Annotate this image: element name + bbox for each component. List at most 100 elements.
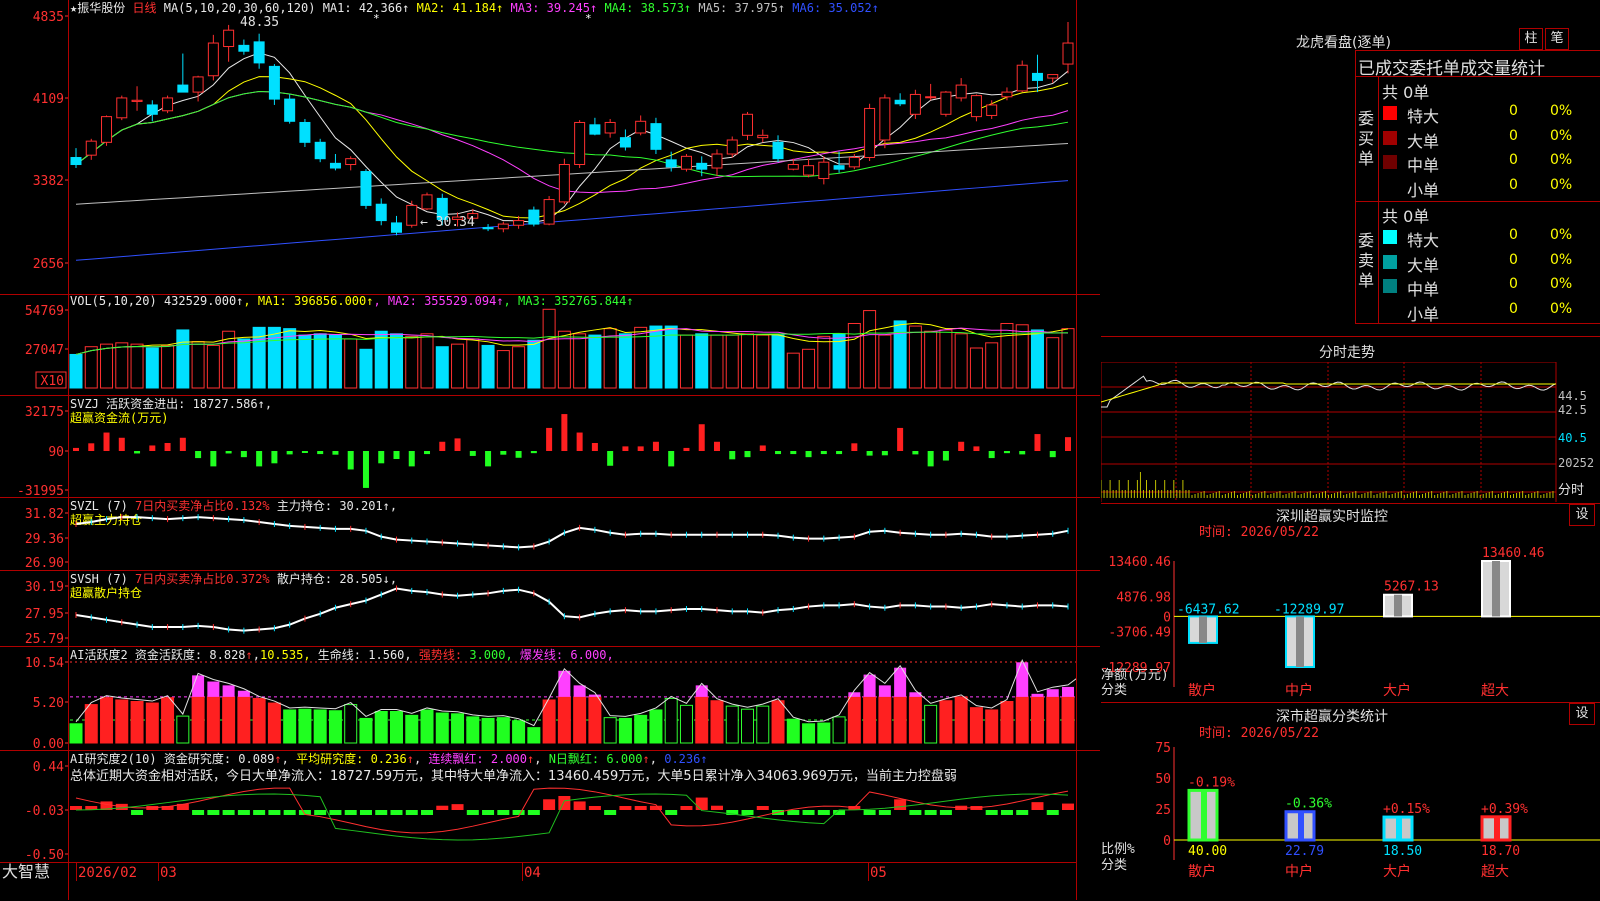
net-amount-bar-shade [1296, 616, 1304, 667]
date-tick [522, 863, 523, 881]
order-row: 特大 0 0% [1380, 101, 1600, 126]
dragon-panel: 龙虎看盘(逐单) 柱 笔 已成交委托单成交量统计 委买单 委卖单 共 0单 共 … [1101, 0, 1600, 337]
svzj-panel[interactable]: SVZJ 活跃资金进出: 18727.586↑, 超赢资金流(万元) 32175… [0, 395, 1100, 498]
volume-bar [466, 338, 480, 389]
tick-view-button[interactable]: 笔 [1545, 28, 1569, 50]
marker-star-icon: * [585, 12, 592, 25]
activity-bar [176, 715, 190, 744]
research-bar [482, 810, 495, 815]
svsh-panel[interactable]: SVSH (7) 7日内买卖净占比0.372% 散户持仓: 28.505↓, 超… [0, 570, 1100, 647]
activity-bar [863, 696, 877, 744]
bar-view-button[interactable]: 柱 [1519, 28, 1543, 50]
order-color-swatch [1383, 130, 1397, 145]
ai-activity-chart[interactable]: 10.54 5.20 0.00 [0, 646, 1076, 750]
research-bar [558, 796, 571, 810]
order-count: 0 [1509, 152, 1518, 168]
ai-activity-panel[interactable]: AI活跃度2 资金活跃度: 8.828↑,10.535, 生命线: 1.560,… [0, 646, 1100, 751]
axis-tick-label: -31995 [17, 484, 64, 497]
volume-bar [512, 346, 526, 389]
ratio-chart[interactable]: 75 50 25 0 比例%分类 -0.19% 40.00 散户 -0.36% 22.79 中户 +0… [1101, 703, 1600, 900]
axis-tick-label: 27047 [25, 343, 64, 358]
activity-bar [252, 697, 266, 744]
activity-bar [649, 709, 663, 744]
retail-holding-chart[interactable]: 30.19 27.95 25.79 [0, 570, 1076, 646]
monitor-category-label: 大户 [1383, 682, 1411, 699]
order-row: 大单 0 0% [1380, 250, 1600, 275]
intraday-axis-label: 42.5 [1558, 403, 1587, 417]
activity-bar-burst [878, 685, 891, 697]
main-holding-chart[interactable]: 31.82 29.36 26.90 [0, 497, 1076, 570]
volume-bar [618, 333, 632, 389]
activity-bar [527, 727, 541, 744]
intraday-panel[interactable]: 分时走势 44.5 42.5 40.5 20252 分时 [1101, 337, 1600, 504]
net-amount-bar-shade [1492, 561, 1500, 617]
activity-bar [496, 717, 510, 744]
candle [970, 95, 982, 118]
ratio-value-label: 18.50 [1383, 844, 1422, 859]
order-color-swatch [1383, 106, 1397, 120]
ratio-change-label: +0.15% [1383, 802, 1430, 817]
order-color-swatch [1383, 254, 1397, 269]
volume-bar [389, 333, 403, 389]
fund-flow-bar [729, 451, 736, 460]
candle [85, 140, 97, 156]
research-bar [436, 805, 449, 810]
candle [726, 139, 738, 155]
price-panel[interactable]: ★振华股份 日线 MA(5,10,20,30,60,120) MA1: 42.3… [0, 0, 1100, 295]
svzl-panel[interactable]: SVZL (7) 7日内买卖净占比0.132% 主力持仓: 30.201↑, 超… [0, 497, 1100, 571]
candle [375, 203, 387, 222]
volume-bar [588, 334, 602, 389]
research-bar [909, 810, 922, 815]
fund-flow-chart[interactable]: 32175 90 -31995 [0, 395, 1076, 497]
date-tick [158, 863, 159, 881]
order-count: 0 [1509, 227, 1518, 243]
activity-bar [100, 697, 114, 744]
order-type: 中单 [1407, 156, 1440, 175]
intraday-chart[interactable]: 44.542.5 40.5 20252 分时 [1101, 362, 1600, 502]
volume-bar [725, 334, 739, 389]
stats-category-label: 散户 [1188, 863, 1216, 880]
activity-bar [1030, 696, 1044, 744]
research-bar [1031, 802, 1044, 810]
activity-bar-burst [573, 685, 586, 697]
order-count: 0 [1509, 103, 1518, 119]
sz-stats-panel[interactable]: 深市超赢分类统计 设 时间: 2026/05/22 75 50 25 0 比例% 分类 -0… [1101, 703, 1600, 900]
intraday-title: 分时走势 [1319, 345, 1375, 361]
activity-bar [603, 717, 617, 744]
fund-flow-bar [301, 451, 308, 453]
monitor-ylabel: 净额(万元) [1101, 668, 1169, 683]
volume-bar [115, 342, 129, 389]
research-bar [604, 810, 617, 815]
fund-flow-bar [1003, 451, 1010, 454]
fund-flow-bar [362, 451, 369, 488]
ratio-value-label: 40.00 [1188, 844, 1227, 859]
volume-panel[interactable]: VOL(5,10,20) 432529.000↑, MA1: 396856.00… [0, 294, 1100, 396]
activity-bar [374, 710, 388, 744]
sell-total: 共 0单 [1382, 207, 1430, 226]
volume-bar [496, 350, 510, 389]
candle [589, 124, 601, 135]
activity-bar-burst [1031, 693, 1044, 697]
volume-bar [191, 341, 205, 389]
candle [253, 41, 265, 64]
volume-chart[interactable]: 54769 27047 X10 [0, 294, 1076, 395]
candlestick-chart[interactable]: 4835 4109 3382 2656 48.35 ← 30.34 * * [0, 0, 1076, 294]
net-amount-value: 5267.13 [1384, 580, 1439, 595]
sz-monitor-panel[interactable]: 深圳超赢实时监控 设 时间: 2026/05/22 13460.46 4876.9… [1101, 504, 1600, 703]
volume-bar [130, 343, 144, 389]
activity-bar [451, 713, 465, 744]
activity-bar [84, 704, 98, 744]
research-bar [665, 810, 678, 815]
net-amount-chart[interactable]: 13460.46 4876.98 0-3706.49 -12289.97 净额(万元)分… [1101, 504, 1600, 702]
fund-flow-bar [179, 437, 186, 451]
volume-bar [1061, 328, 1075, 389]
candle [711, 153, 723, 169]
candle [528, 209, 540, 225]
research-bar [466, 810, 479, 815]
ai-research-panel[interactable]: AI研究度2(10) 资金研究度: 0.089↑, 平均研究度: 0.236↑,… [0, 750, 1100, 862]
axis-tick-label: 10.54 [25, 656, 64, 671]
volume-bar [69, 353, 83, 389]
ai-research-chart[interactable]: 0.44 -0.03 -0.50 [0, 750, 1076, 862]
activity-bar [237, 696, 251, 744]
monitor-xlabel: 分类 [1101, 683, 1127, 698]
